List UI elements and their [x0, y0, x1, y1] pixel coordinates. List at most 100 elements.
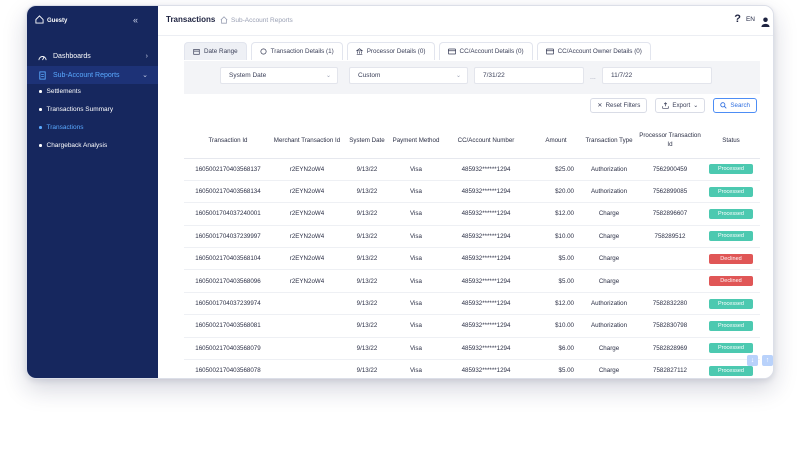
table-row[interactable]: 1605001704037239997 r2EYN2oW4 9/13/22 Visa 4…: [184, 225, 760, 249]
chevron-down-icon: ⌄: [325, 73, 331, 79]
export-icon: [662, 102, 669, 109]
table-row[interactable]: 1605002170403568081 9/13/22 Visa 485932****…: [184, 314, 760, 338]
table-row[interactable]: 1605001704037239974 9/13/22 Visa 485932****…: [184, 292, 760, 316]
cc-account-number-cell: 485932******1294: [440, 359, 532, 378]
system-date-cell: 9/13/22: [342, 247, 392, 271]
sidebar-subitem-transactions-summary[interactable]: Transactions Summary: [39, 106, 113, 113]
processor-transaction-id-cell: 7582830798: [638, 314, 702, 338]
processor-transaction-id-cell: [638, 269, 702, 293]
home-icon: [220, 16, 228, 24]
sidebar-item-dashboards[interactable]: Dashboards ›: [27, 47, 158, 65]
status-badge: Declined: [709, 253, 753, 264]
export-button[interactable]: Export ⌄: [655, 98, 706, 113]
search-button[interactable]: Search: [713, 98, 757, 113]
amount-cell: $10.00: [532, 314, 580, 338]
payment-method-cell: Visa: [392, 247, 440, 271]
payment-method-cell: Visa: [392, 359, 440, 378]
sidebar-subitem-label: Chargeback Analysis: [46, 142, 108, 149]
system-date-cell: 9/13/22: [342, 225, 392, 249]
column-header[interactable]: Processor Transaction Id: [638, 124, 702, 159]
tab-date-range[interactable]: Date Range: [184, 42, 247, 60]
transaction-type-cell: Authorization: [580, 180, 638, 204]
column-header[interactable]: Status: [702, 124, 760, 159]
payment-method-cell: Visa: [392, 292, 440, 316]
table-row[interactable]: 1605001704037240001 r2EYN2oW4 9/13/22 Visa 4…: [184, 202, 760, 226]
payment-method-cell: Visa: [392, 225, 440, 249]
column-header[interactable]: Transaction Type: [580, 124, 638, 159]
breadcrumb[interactable]: Sub-Account Reports: [220, 16, 293, 24]
select-value: System Date: [229, 72, 267, 79]
transaction-type-cell: Charge: [580, 337, 638, 361]
system-date-cell: 9/13/22: [342, 180, 392, 204]
status-badge: Processed: [709, 186, 753, 197]
column-header[interactable]: Merchant Transaction Id: [272, 124, 342, 159]
range-select[interactable]: Custom ⌄: [349, 67, 468, 84]
sidebar-subitem-transactions[interactable]: Transactions: [39, 124, 83, 131]
amount-cell: $5.00: [532, 247, 580, 271]
status-badge: Processed: [709, 231, 753, 242]
brand[interactable]: Guesty: [35, 15, 67, 26]
transaction-type-cell: Charge: [580, 247, 638, 271]
table-actions: ✕ Reset Filters Export ⌄ Search: [590, 98, 757, 113]
table-row[interactable]: 1605002170403568096 r2EYN2oW4 9/13/22 Visa 4…: [184, 269, 760, 293]
tab-label: Date Range: [204, 48, 238, 55]
transaction-id-cell: 160500217040356813​4: [184, 180, 272, 204]
table-row[interactable]: 160500217040356813​4 r2EYN2oW4 9/13/22 Visa…: [184, 180, 760, 204]
date-from-input[interactable]: 7/31/22: [474, 67, 584, 84]
table-row[interactable]: 1605002170403568078 9/13/22 Visa 485932****…: [184, 359, 760, 378]
sidebar-subitem-label: Settlements: [46, 88, 81, 95]
bullet-icon: [39, 126, 42, 129]
table-row[interactable]: 1605002170403568104 r2EYN2oW4 9/13/22 Visa 4…: [184, 247, 760, 271]
tab-transaction-details[interactable]: Transaction Details (1): [250, 42, 343, 60]
column-header[interactable]: CC/Account Number: [440, 124, 532, 159]
status-cell: Processed: [702, 292, 760, 316]
status-cell: Processed: [702, 225, 760, 249]
column-header[interactable]: Transaction Id: [184, 124, 272, 159]
status-badge: Processed: [709, 365, 753, 376]
help-icon[interactable]: ?: [734, 13, 741, 25]
reset-filters-button[interactable]: ✕ Reset Filters: [590, 98, 648, 113]
bullet-icon: [39, 144, 42, 147]
chevron-right-icon: ›: [145, 52, 148, 60]
transactions-table: Transaction Id Merchant Transaction Id Sys…: [184, 124, 760, 378]
sidebar-item-label: Dashboards: [53, 52, 91, 60]
sidebar-subitem-chargeback-analysis[interactable]: Chargeback Analysis: [39, 142, 107, 149]
system-date-cell: 9/13/22: [342, 292, 392, 316]
sidebar-item-sub-account-reports[interactable]: Sub-Account Reports ⌄: [27, 66, 158, 84]
tab-cc-account-details[interactable]: CC/Account Details (0): [438, 42, 533, 60]
date-to-input[interactable]: 11/7/22: [602, 67, 712, 84]
processor-transaction-id-cell: [638, 247, 702, 271]
tab-processor-details[interactable]: Processor Details (0): [346, 42, 435, 60]
cc-account-number-cell: 485932******1294: [440, 337, 532, 361]
table-row[interactable]: 160500217040356813​7 r2EYN2oW4 9/13/22 Visa…: [184, 158, 760, 181]
tab-label: CC/Account Details (0): [459, 48, 524, 55]
merchant-transaction-id-cell: [272, 292, 342, 316]
date-type-select[interactable]: System Date ⌄: [220, 67, 338, 84]
tab-cc-account-owner-details[interactable]: CC/Account Owner Details (0): [536, 42, 651, 60]
user-icon[interactable]: [761, 14, 770, 32]
chevron-down-icon: ⌄: [455, 73, 461, 79]
sidebar-subitem-label: Transactions: [46, 124, 84, 131]
merchant-transaction-id-cell: [272, 337, 342, 361]
search-icon: [720, 102, 727, 109]
sidebar-subitem-settlements[interactable]: Settlements: [39, 88, 81, 95]
range-separator: ...: [590, 74, 596, 81]
chevron-down-icon: ⌄: [142, 72, 148, 79]
scroll-down-icon[interactable]: ↓: [747, 355, 758, 366]
language-selector[interactable]: EN: [746, 16, 755, 23]
tab-label: Processor Details (0): [366, 48, 426, 55]
column-header[interactable]: Payment Method: [392, 124, 440, 159]
processor-transaction-id-cell: 7562900459: [638, 158, 702, 181]
sidebar-item-label: Sub-Account Reports: [53, 71, 120, 79]
column-header[interactable]: System Date: [342, 124, 392, 159]
sidebar-subitem-label: Transactions Summary: [46, 106, 114, 113]
column-header[interactable]: Amount: [532, 124, 580, 159]
merchant-transaction-id-cell: r2EYN2oW4: [272, 202, 342, 226]
transaction-type-cell: Charge: [580, 359, 638, 378]
button-label: Search: [730, 102, 750, 109]
collapse-sidebar-icon[interactable]: «: [133, 15, 138, 25]
table-row[interactable]: 1605002170403568079 9/13/22 Visa 485932****…: [184, 337, 760, 361]
amount-cell: $5.00: [532, 269, 580, 293]
cc-account-number-cell: 485932******1294: [440, 202, 532, 226]
scroll-up-icon[interactable]: ↑: [762, 355, 773, 366]
